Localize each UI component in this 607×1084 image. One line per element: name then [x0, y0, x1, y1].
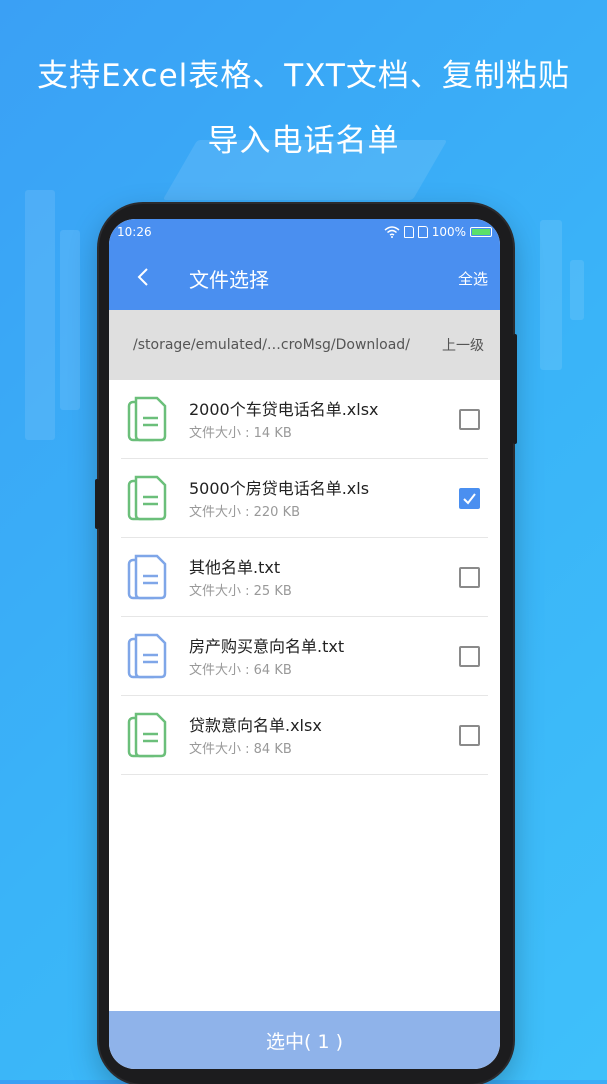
file-size: 文件大小 : 25 KB — [189, 584, 292, 599]
file-row[interactable]: 2000个车贷电话名单.xlsx 文件大小 : 14 KB — [121, 380, 488, 459]
status-bar: 10:26 100% — [109, 219, 500, 244]
back-button[interactable] — [129, 262, 159, 292]
background-decoration — [25, 190, 55, 440]
battery-percent: 100% — [431, 224, 466, 239]
wifi-icon — [384, 225, 400, 238]
file-name: 2000个车贷电话名单.xlsx — [189, 400, 379, 419]
path-bar: /storage/emulated/…croMsg/Download/ 上一级 — [109, 310, 500, 380]
promo-subheadline: 导入电话名单 — [207, 123, 400, 159]
select-all-button[interactable]: 全选 — [458, 268, 488, 289]
file-name: 房产购买意向名单.txt — [189, 637, 345, 656]
file-name: 5000个房贷电话名单.xls — [189, 479, 370, 498]
spreadsheet-file-icon — [127, 712, 167, 758]
text-file-icon — [127, 633, 167, 679]
sim-card-icon — [417, 225, 428, 238]
file-size: 文件大小 : 84 KB — [189, 742, 292, 757]
status-icons: 100% — [384, 225, 492, 239]
selected-count-label: 选中( 1 ) — [266, 1030, 343, 1053]
file-checkbox[interactable] — [459, 646, 480, 667]
file-checkbox[interactable] — [459, 409, 480, 430]
current-path: /storage/emulated/…croMsg/Download/ — [133, 337, 410, 353]
file-name: 其他名单.txt — [189, 558, 281, 577]
file-row[interactable]: 其他名单.txt 文件大小 : 25 KB — [121, 538, 488, 617]
battery-icon — [470, 226, 492, 237]
checkmark-icon — [463, 493, 476, 505]
file-row[interactable]: 房产购买意向名单.txt 文件大小 : 64 KB — [121, 617, 488, 696]
file-list: 2000个车贷电话名单.xlsx 文件大小 : 14 KB 5000个房贷电话名… — [121, 380, 488, 775]
file-checkbox[interactable] — [459, 567, 480, 588]
top-navigation-bar: 文件选择 全选 — [109, 244, 500, 310]
background-decoration — [60, 230, 80, 410]
spreadsheet-file-icon — [127, 475, 167, 521]
sim-card-icon — [403, 225, 414, 238]
file-size: 文件大小 : 220 KB — [189, 505, 301, 520]
confirm-selection-button[interactable]: 选中( 1 ) — [109, 1011, 500, 1069]
background-decoration — [540, 220, 562, 370]
file-checkbox[interactable] — [459, 488, 480, 509]
phone-side-button — [513, 334, 517, 444]
file-size: 文件大小 : 64 KB — [189, 663, 292, 678]
promo-headline: 支持Excel表格、TXT文档、复制粘贴 — [37, 58, 570, 94]
file-row[interactable]: 贷款意向名单.xlsx 文件大小 : 84 KB — [121, 696, 488, 775]
file-name: 贷款意向名单.xlsx — [189, 716, 322, 735]
page-title: 文件选择 — [189, 268, 269, 292]
phone-frame: 10:26 100% 文件选择 全选 /storage/emulated/…cr… — [95, 204, 517, 1084]
background-decoration — [570, 260, 584, 320]
chevron-left-icon — [137, 268, 148, 286]
status-time: 10:26 — [117, 224, 152, 239]
phone-side-button — [95, 479, 99, 529]
parent-directory-button[interactable]: 上一级 — [442, 335, 484, 355]
file-row[interactable]: 5000个房贷电话名单.xls 文件大小 : 220 KB — [121, 459, 488, 538]
phone-screen: 10:26 100% 文件选择 全选 /storage/emulated/…cr… — [109, 219, 500, 1069]
file-size: 文件大小 : 14 KB — [189, 426, 292, 441]
spreadsheet-file-icon — [127, 396, 167, 442]
text-file-icon — [127, 554, 167, 600]
file-checkbox[interactable] — [459, 725, 480, 746]
